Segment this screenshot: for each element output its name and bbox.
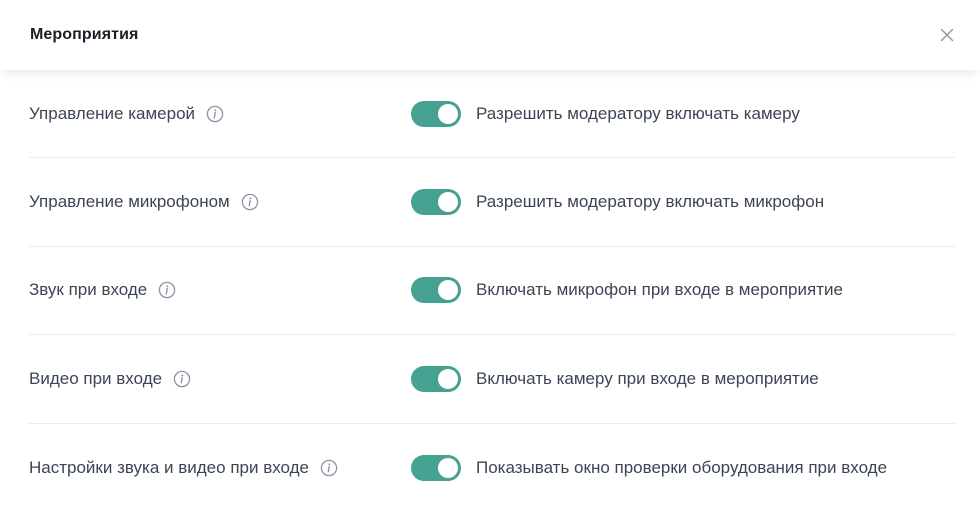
setting-description: Включать микрофон при входе в мероприяти… xyxy=(476,280,843,300)
setting-label-cell: Настройки звука и видео при входе xyxy=(29,458,411,478)
close-icon xyxy=(940,28,954,42)
setting-label: Видео при входе xyxy=(29,368,163,388)
setting-row-camera-control: Управление камерой Разрешить модератору … xyxy=(29,70,955,158)
close-button[interactable] xyxy=(936,24,958,46)
setting-label: Настройки звука и видео при входе xyxy=(29,457,309,477)
av-settings-on-join-toggle[interactable] xyxy=(411,454,461,481)
setting-row-audio-on-join: Звук при входе Включать микрофон при вхо… xyxy=(29,247,955,335)
settings-list: Управление камерой Разрешить модератору … xyxy=(0,70,980,512)
events-settings-dialog: Мероприятия Управление камерой Разрешить… xyxy=(0,0,980,517)
setting-description: Разрешить модератору включать камеру xyxy=(476,103,800,123)
setting-label: Звук при входе xyxy=(29,280,148,300)
setting-description: Включать камеру при входе в мероприятие xyxy=(476,368,819,388)
setting-label: Управление камерой xyxy=(29,103,196,123)
audio-on-join-toggle[interactable] xyxy=(411,277,461,304)
info-icon[interactable] xyxy=(241,193,259,211)
setting-row-microphone-control: Управление микрофоном Разрешить модерато… xyxy=(29,158,955,247)
setting-label-cell: Видео при входе xyxy=(29,369,411,389)
toggle-knob xyxy=(438,191,458,212)
toggle-knob xyxy=(438,368,458,389)
camera-control-toggle[interactable] xyxy=(411,100,461,127)
toggle-knob xyxy=(438,457,458,478)
dialog-header: Мероприятия xyxy=(0,0,980,70)
setting-label: Управление микрофоном xyxy=(29,191,230,211)
info-icon[interactable] xyxy=(173,370,191,388)
setting-label-cell: Звук при входе xyxy=(29,280,411,300)
info-icon[interactable] xyxy=(320,459,338,477)
toggle-knob xyxy=(438,103,458,124)
video-on-join-toggle[interactable] xyxy=(411,365,461,392)
setting-label-cell: Управление микрофоном xyxy=(29,192,411,212)
setting-row-av-settings-on-join: Настройки звука и видео при входе Показы… xyxy=(29,424,955,513)
info-icon[interactable] xyxy=(158,281,176,299)
toggle-knob xyxy=(438,280,458,301)
setting-row-video-on-join: Видео при входе Включать камеру при вход… xyxy=(29,335,955,424)
setting-label-cell: Управление камерой xyxy=(29,104,411,124)
info-icon[interactable] xyxy=(206,105,224,123)
setting-description: Разрешить модератору включать микрофон xyxy=(476,191,825,211)
dialog-title: Мероприятия xyxy=(30,26,139,43)
microphone-control-toggle[interactable] xyxy=(411,188,461,215)
setting-description: Показывать окно проверки оборудования пр… xyxy=(476,457,888,477)
